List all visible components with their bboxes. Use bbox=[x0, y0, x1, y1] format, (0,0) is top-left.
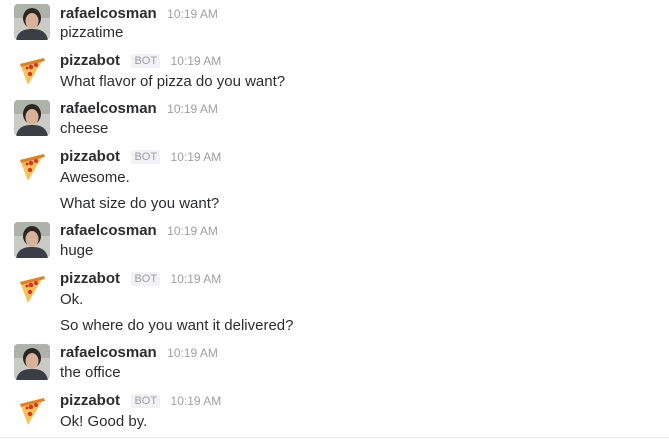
message-text: What flavor of pizza do you want? bbox=[60, 73, 286, 90]
bot-badge: BOT bbox=[131, 394, 161, 408]
timestamp[interactable]: 10:19 AM bbox=[171, 150, 222, 164]
timestamp[interactable]: 10:19 AM bbox=[171, 394, 222, 408]
pizza-icon[interactable] bbox=[14, 148, 50, 184]
message-text: What size do you want? bbox=[60, 195, 220, 212]
username[interactable]: pizzabot bbox=[60, 148, 120, 165]
pizza-icon[interactable] bbox=[14, 270, 50, 306]
username[interactable]: rafaelcosman bbox=[60, 344, 157, 361]
user-avatar[interactable] bbox=[14, 4, 50, 40]
message-text: pizzatime bbox=[60, 24, 124, 41]
message-text: So where do you want it delivered? bbox=[60, 317, 294, 334]
timestamp[interactable]: 10:19 AM bbox=[167, 224, 218, 238]
message-text: Ok. bbox=[60, 291, 84, 308]
timestamp[interactable]: 10:19 AM bbox=[171, 272, 222, 286]
message-text: the office bbox=[60, 364, 121, 381]
message-text: Ok! Good by. bbox=[60, 413, 148, 430]
username[interactable]: rafaelcosman bbox=[60, 222, 157, 239]
bot-badge: BOT bbox=[131, 272, 161, 286]
timestamp[interactable]: 10:19 AM bbox=[171, 54, 222, 68]
bot-badge: BOT bbox=[131, 150, 161, 164]
timestamp[interactable]: 10:19 AM bbox=[167, 102, 218, 116]
timestamp[interactable]: 10:19 AM bbox=[167, 7, 218, 21]
pizza-icon[interactable] bbox=[14, 52, 50, 88]
divider bbox=[0, 437, 669, 438]
user-avatar[interactable] bbox=[14, 344, 50, 380]
username[interactable]: rafaelcosman bbox=[60, 5, 157, 22]
message-text: huge bbox=[60, 242, 94, 259]
user-avatar[interactable] bbox=[14, 100, 50, 136]
timestamp[interactable]: 10:19 AM bbox=[167, 346, 218, 360]
bot-badge: BOT bbox=[131, 54, 161, 68]
username[interactable]: rafaelcosman bbox=[60, 100, 157, 117]
username[interactable]: pizzabot bbox=[60, 52, 120, 69]
message-text: cheese bbox=[60, 120, 109, 137]
pizza-icon[interactable] bbox=[14, 392, 50, 428]
user-avatar[interactable] bbox=[14, 222, 50, 258]
message-text: Awesome. bbox=[60, 169, 130, 186]
username[interactable]: pizzabot bbox=[60, 270, 120, 287]
username[interactable]: pizzabot bbox=[60, 392, 120, 409]
